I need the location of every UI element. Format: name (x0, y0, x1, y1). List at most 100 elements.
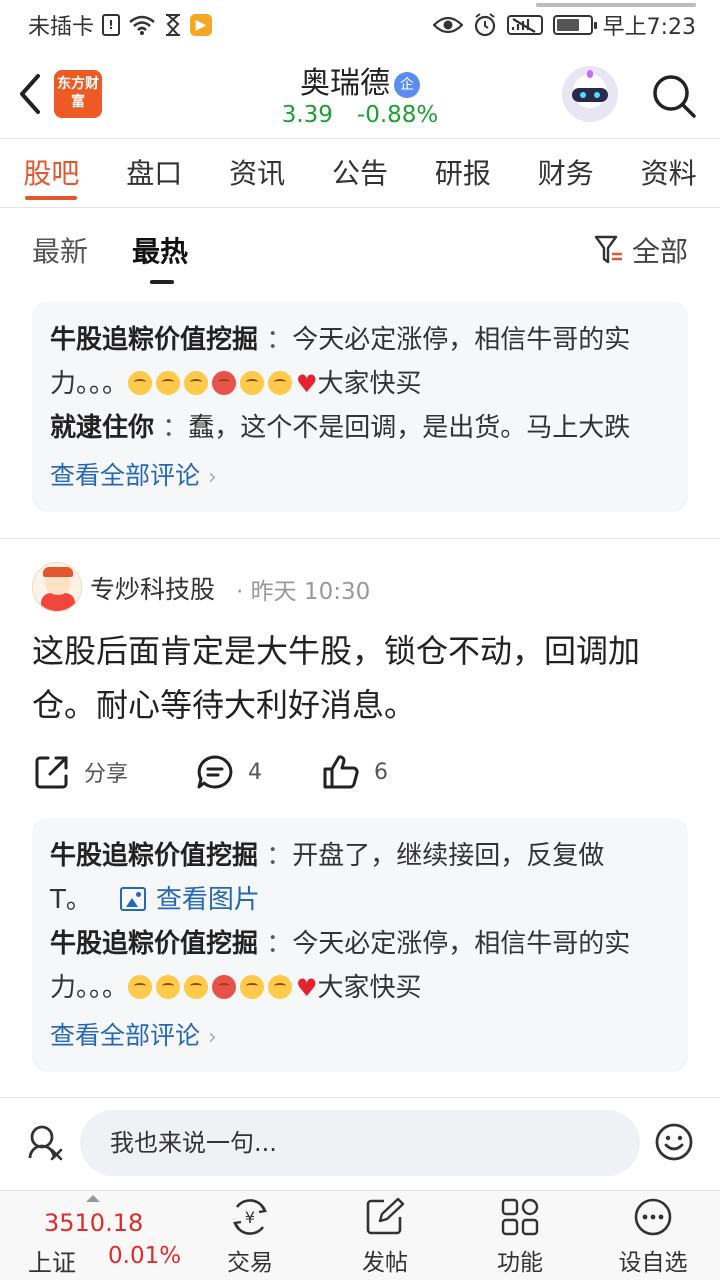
comment-icon (197, 755, 233, 789)
tab-profile[interactable]: 资料 (617, 140, 720, 208)
tab-pankou[interactable]: 盘口 (103, 140, 206, 208)
stock-tabs: 股吧 盘口 资讯 公告 研报 财务 资料 (0, 140, 720, 208)
comment-text-cont: 力。。。 (50, 369, 129, 399)
share-button[interactable]: 分享 (34, 754, 128, 790)
robot-assistant-icon[interactable] (562, 66, 618, 122)
nav-functions-label: 功能 (497, 1250, 543, 1276)
view-image-link[interactable]: 查看图片 (92, 885, 260, 915)
subtab-latest[interactable]: 最新 (32, 230, 88, 270)
comment-item: 牛股追粽价值挖掘 ：今天必定涨停，相信牛哥的实 力。。。 ♥大家快买 (50, 929, 631, 1003)
comment-item: 就逮住你 ：蠢，这个不是回调，是出货。马上大跌 (50, 413, 631, 443)
post-divider (0, 538, 720, 539)
comment-text: 开盘了，继续接回，反复做 (292, 841, 605, 871)
clock: 早上7:23 (602, 15, 696, 40)
comment-item: 牛股追粽价值挖掘 ：开盘了，继续接回，反复做 T。 查看图片 (50, 841, 605, 915)
index-change[interactable]: 0.01% (108, 1243, 181, 1269)
view-all-comments-link[interactable]: 查看全部评论 › (50, 456, 670, 498)
battery-icon (552, 15, 597, 35)
chevron-right-icon: › (208, 1025, 217, 1050)
comment-preview-box[interactable]: 牛股追粽价值挖掘 ：今天必定涨停，相信牛哥的实 力。。。 ♥大家快买 就逮住你 ：… (32, 302, 688, 512)
emoji-icon (240, 975, 265, 999)
stock-header: 东方财富 奥瑞德企 3.39 -0.88% (0, 50, 720, 138)
comment-text-end: 大家快买 (317, 369, 422, 399)
nav-set-watchlist-label: 设自选 (618, 1250, 688, 1276)
svg-text:¥: ¥ (245, 1208, 255, 1227)
emoji-icon (156, 975, 181, 999)
nav-functions[interactable]: 功能 (470, 1197, 570, 1277)
comment-count: 4 (248, 759, 262, 785)
subtab-indicator (150, 280, 174, 284)
filter-button[interactable]: 全部 (594, 230, 688, 270)
nav-trade[interactable]: ¥ 交易 (200, 1197, 300, 1277)
tab-guba[interactable]: 股吧 (0, 140, 103, 208)
view-all-comments-link[interactable]: 查看全部评论 › (50, 1016, 670, 1058)
smiley-icon (655, 1123, 693, 1161)
like-button[interactable]: 6 (322, 754, 388, 790)
tab-finance[interactable]: 财务 (514, 140, 617, 208)
post-body[interactable]: 这股后面肯定是大牛股，锁仓不动，回调加仓。耐心等待大利好消息。 (32, 624, 692, 732)
comment-text: 今天必定涨停，相信牛哥的实 (292, 929, 631, 959)
comment-button[interactable]: 4 (196, 754, 262, 790)
post-time-value: 昨天 10:30 (250, 579, 371, 605)
emoji-icon (240, 371, 265, 395)
comment-input-bar: 我也来说一句... (0, 1098, 720, 1190)
nav-post[interactable]: 发帖 (335, 1197, 435, 1277)
index-name[interactable]: 上证 (28, 1243, 76, 1278)
caret-up-icon (86, 1195, 100, 1202)
emoji-button[interactable] (654, 1122, 694, 1162)
share-icon (35, 756, 68, 789)
share-label: 分享 (84, 762, 129, 787)
emoji-icon (268, 371, 293, 395)
status-bar-indicator (536, 3, 696, 7)
carrier-label: 未插卡 (28, 15, 95, 40)
image-icon (119, 887, 146, 911)
emoji-angry-icon (212, 975, 237, 999)
edit-icon (366, 1197, 405, 1235)
comment-username[interactable]: 就逮住你 (50, 413, 154, 443)
emoji-icon (184, 975, 209, 999)
view-all-label: 查看全部评论 (50, 461, 201, 490)
comment-text: 今天必定涨停，相信牛哥的实 (292, 325, 631, 355)
comment-input[interactable]: 我也来说一句... (80, 1110, 640, 1176)
trade-icon: ¥ (232, 1199, 268, 1235)
index-value[interactable]: 3510.18 (44, 1209, 143, 1237)
comment-text-cont: 力。。。 (50, 973, 129, 1003)
no-signal-icon (506, 14, 543, 36)
subtab-hottest[interactable]: 最热 (132, 230, 188, 270)
post-actions: 分享 4 6 (0, 750, 720, 800)
sim-card-icon: ! (102, 14, 121, 36)
tab-news[interactable]: 资讯 (206, 140, 309, 208)
comment-username[interactable]: 牛股追粽价值挖掘 (50, 325, 258, 355)
view-all-label: 查看全部评论 (50, 1021, 201, 1050)
grid-icon (501, 1198, 539, 1236)
filter-icon (594, 235, 622, 264)
post-author[interactable]: 专炒科技股 (90, 570, 215, 606)
search-button[interactable] (650, 72, 698, 120)
avatar[interactable] (32, 562, 82, 612)
tab-research[interactable]: 研报 (411, 140, 514, 208)
tab-announcements[interactable]: 公告 (309, 140, 412, 208)
emoji-icon (156, 371, 181, 395)
nav-trade-label: 交易 (227, 1250, 273, 1276)
wifi-icon (128, 14, 156, 36)
emoji-icon (268, 975, 293, 999)
comment-username[interactable]: 牛股追粽价值挖掘 (50, 841, 258, 871)
stock-name: 奥瑞德 (300, 66, 390, 101)
chevron-right-icon: › (208, 465, 217, 490)
hourglass-icon (164, 14, 182, 36)
bottom-nav: 3510.18 上证 0.01% ¥ 交易 发帖 功能 设自选 (0, 1190, 720, 1280)
comment-text: 蠢，这个不是回调，是出货。马上大跌 (188, 413, 631, 443)
comment-preview-box[interactable]: 牛股追粽价值挖掘 ：开盘了，继续接回，反复做 T。 查看图片 牛股追粽价值挖掘 ：… (32, 818, 688, 1072)
comment-text-cont: T。 (50, 885, 92, 915)
emoji-icon (128, 371, 153, 395)
comment-username[interactable]: 牛股追粽价值挖掘 (50, 929, 258, 959)
alarm-icon (473, 13, 497, 37)
emoji-angry-icon (212, 371, 237, 395)
nav-set-watchlist[interactable]: 设自选 (603, 1197, 703, 1277)
like-count: 6 (374, 759, 388, 785)
filter-label: 全部 (631, 235, 688, 268)
emoji-icon (128, 975, 153, 999)
thumbs-up-icon (323, 755, 359, 789)
comment-item: 牛股追粽价值挖掘 ：今天必定涨停，相信牛哥的实 力。。。 ♥大家快买 (50, 325, 631, 399)
anonymous-toggle-button[interactable] (28, 1124, 64, 1164)
